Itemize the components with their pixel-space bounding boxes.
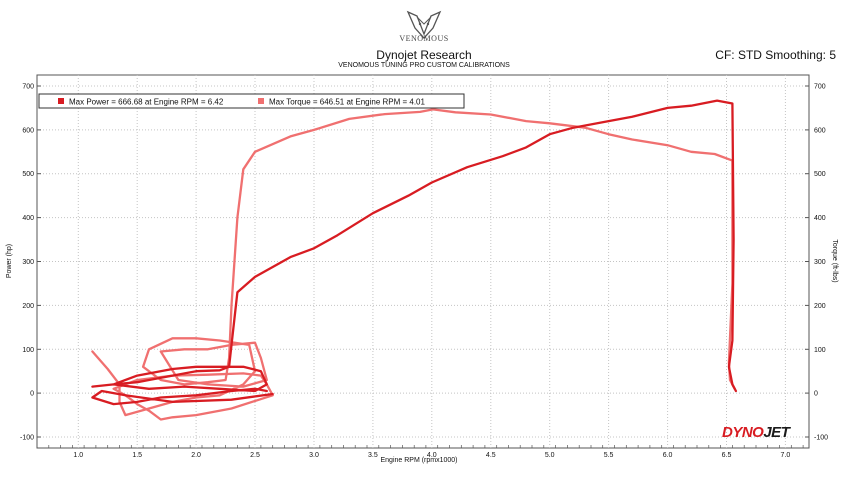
y-tick-label-right: 700: [814, 84, 826, 91]
legend-power-swatch: [58, 98, 64, 104]
legend: Max Power = 666.68 at Engine RPM = 6.42 …: [38, 93, 465, 109]
y-axis-title-left: Power (hp): [6, 244, 13, 278]
y-tick-label-right: 300: [814, 259, 826, 266]
x-tick-label: 2.0: [191, 452, 201, 459]
x-tick-label: 7.0: [781, 452, 791, 459]
y-tick-label-left: 500: [22, 171, 34, 178]
y-axis-title-right: Torque (ft-lbs): [831, 239, 838, 282]
legend-power-label: Max Power = 666.68 at Engine RPM = 6.42: [69, 98, 224, 107]
plot-area: [36, 74, 810, 449]
y-tick-label-left: -100: [20, 435, 34, 442]
dynojet-logo: DYNOJET: [722, 424, 790, 441]
legend-torque-swatch: [258, 98, 264, 104]
y-tick-label-left: 200: [22, 303, 34, 310]
y-tick-label-left: 0: [30, 391, 34, 398]
y-tick-label-right: 500: [814, 171, 826, 178]
y-tick-label-right: 200: [814, 303, 826, 310]
x-tick-label: 1.5: [132, 452, 142, 459]
x-tick-label: 6.5: [722, 452, 732, 459]
legend-torque-label: Max Torque = 646.51 at Engine RPM = 4.01: [269, 98, 426, 107]
y-tick-label-left: 600: [22, 127, 34, 134]
x-tick-label: 3.0: [309, 452, 319, 459]
y-tick-label-left: 300: [22, 259, 34, 266]
x-tick-label: 1.0: [73, 452, 83, 459]
dyno-chart: 1.0 1.5 2.0 2.5 3.0 3.5 4.0 4.5 5.0 5.5 6.0 6.5 7.0-…: [6, 74, 838, 464]
y-tick-label-right: 100: [814, 347, 826, 354]
x-tick-label: 6.0: [663, 452, 673, 459]
x-axis-title: Engine RPM (rpmx1000): [380, 457, 457, 464]
x-tick-label: 5.5: [604, 452, 614, 459]
y-tick-label-right: 600: [814, 127, 826, 134]
brand-part-jet: JET: [763, 424, 790, 441]
y-tick-label-left: 100: [22, 347, 34, 354]
x-tick-label: 5.0: [545, 452, 555, 459]
y-tick-label-right: 400: [814, 215, 826, 222]
x-tick-label: 4.5: [486, 452, 496, 459]
y-tick-label-right: 0: [814, 391, 818, 398]
x-tick-label: 3.5: [368, 452, 378, 459]
x-tick-label: 2.5: [250, 452, 260, 459]
y-tick-label-left: 700: [22, 84, 34, 91]
y-tick-label-right: -100: [814, 435, 828, 442]
brand-part-dyno: DYNO: [722, 424, 764, 441]
y-tick-label-left: 400: [22, 215, 34, 222]
